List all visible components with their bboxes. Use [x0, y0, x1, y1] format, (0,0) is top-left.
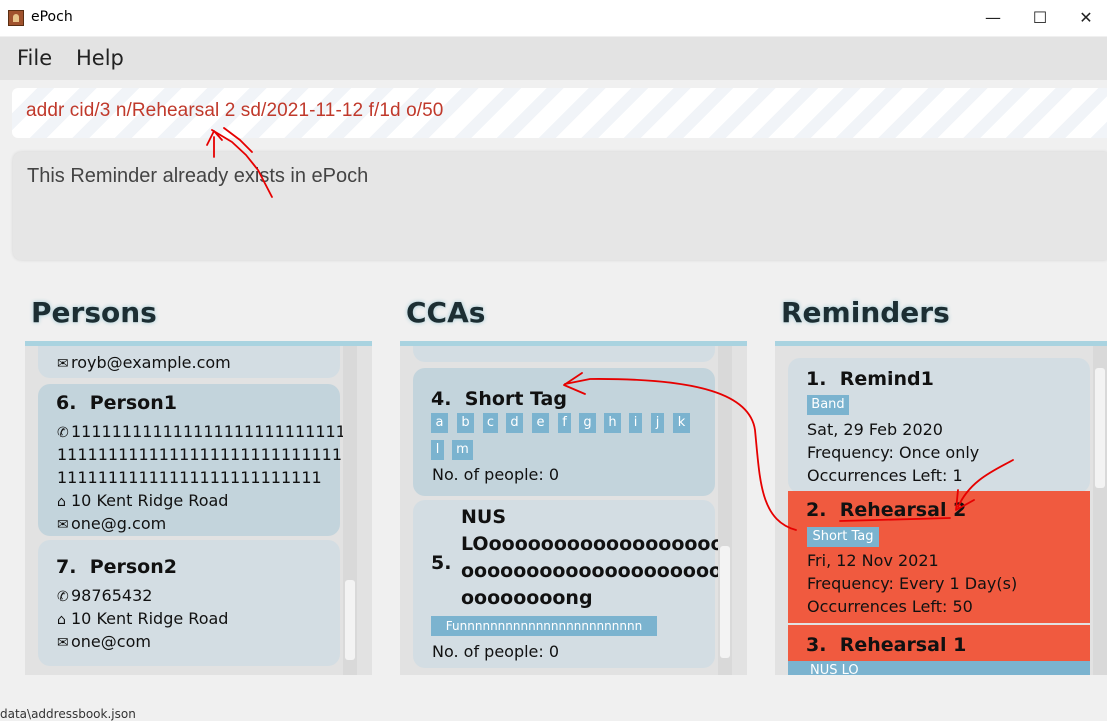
- menu-file[interactable]: File: [17, 46, 52, 70]
- cca-people-count: No. of people: 0: [432, 642, 560, 661]
- person-title: 6. Person1: [56, 392, 177, 414]
- person-address-row: ⌂ 10 Kent Ridge Road: [57, 491, 229, 510]
- cca-tag: a: [431, 413, 448, 433]
- ccas-heading: CCAs: [406, 296, 486, 329]
- menu-bar: File Help: [0, 37, 1107, 80]
- cca-people-count: No. of people: 0: [432, 465, 560, 484]
- persons-list[interactable]: ✉ royb@example.com 6. Person1 ✆ 1111111111…: [25, 341, 372, 675]
- person-phone-row: 11111111111111111111111111: [57, 468, 322, 487]
- status-bar: data\addressbook.json: [0, 707, 136, 721]
- persons-scroll-thumb[interactable]: [345, 580, 355, 660]
- cca-card[interactable]: 5. NUS LOoooooooooooooooooo oooooooooooo…: [413, 500, 724, 668]
- home-icon: ⌂: [57, 612, 66, 628]
- reminder-frequency: Frequency: Once only: [807, 443, 980, 462]
- reminders-scroll-thumb[interactable]: [1095, 368, 1105, 488]
- person-phone-row: ✆ 98765432: [57, 586, 153, 605]
- maximize-button[interactable]: ☐: [1017, 0, 1063, 36]
- person-card[interactable]: 6. Person1 ✆ 1111111111111111111111111111…: [38, 384, 356, 536]
- cca-tag: b: [457, 413, 474, 433]
- cca-tag: m: [452, 440, 473, 460]
- person-card-partial[interactable]: ✉ royb@example.com: [38, 346, 340, 378]
- email-icon: ✉: [57, 635, 69, 651]
- persons-scrollbar[interactable]: [343, 346, 357, 675]
- email-icon: ✉: [57, 356, 69, 372]
- cca-title: 4. Short Tag: [431, 388, 567, 410]
- cca-index: 5.: [431, 552, 452, 574]
- cca-name-line: oooooooong: [461, 587, 593, 609]
- person-email-row: ✉ royb@example.com: [57, 353, 231, 372]
- cca-tag: i: [629, 413, 642, 433]
- result-text: This Reminder already exists in ePoch: [27, 165, 369, 187]
- reminder-card[interactable]: 1. Remind1 Band Sat, 29 Feb 2020 Frequen…: [788, 358, 1090, 493]
- menu-help[interactable]: Help: [76, 46, 124, 70]
- reminder-card[interactable]: 3. Rehearsal 1 NUS LO: [788, 625, 1090, 675]
- reminder-title: 3. Rehearsal 1: [806, 634, 967, 656]
- cca-tag: d: [506, 413, 523, 433]
- reminders-list[interactable]: 1. Remind1 Band Sat, 29 Feb 2020 Frequen…: [775, 341, 1107, 675]
- reminder-card-selected[interactable]: 2. Rehearsal 2 Short Tag Fri, 12 Nov 202…: [788, 491, 1090, 623]
- reminder-tag: Short Tag: [807, 527, 879, 547]
- cca-tag: f: [558, 413, 571, 433]
- reminder-occurrences: Occurrences Left: 1: [807, 466, 963, 485]
- person-phone-row: ✆ 1111111111111111111111111111: [57, 422, 357, 441]
- ccas-scrollbar[interactable]: [718, 346, 732, 675]
- email-icon: ✉: [57, 517, 69, 533]
- cca-name-line: LOoooooooooooooooooo: [461, 533, 724, 555]
- phone-icon: ✆: [57, 425, 69, 441]
- reminder-title: 2. Rehearsal 2: [806, 499, 967, 521]
- reminders-heading: Reminders: [781, 296, 950, 329]
- app-icon: [8, 10, 24, 26]
- close-button[interactable]: ✕: [1063, 0, 1107, 36]
- cca-tag: g: [579, 413, 596, 433]
- result-display: This Reminder already exists in ePoch: [13, 152, 1107, 260]
- cca-tag: h: [604, 413, 621, 433]
- reminder-tag: Band: [807, 395, 849, 415]
- reminder-title: 1. Remind1: [806, 368, 934, 390]
- person-email-row: ✉ one@com: [57, 632, 151, 651]
- ccas-scroll-thumb[interactable]: [720, 546, 730, 658]
- reminder-date: Sat, 29 Feb 2020: [807, 420, 943, 439]
- cca-tag: e: [532, 413, 549, 433]
- cca-name-line: NUS: [461, 506, 507, 528]
- reminder-date: Fri, 12 Nov 2021: [807, 551, 939, 570]
- person-title: 7. Person2: [56, 556, 177, 578]
- cca-tag: j: [651, 413, 664, 433]
- cca-name-line: oooooooooooooooooooo: [461, 560, 723, 582]
- reminder-occurrences: Occurrences Left: 50: [807, 597, 973, 616]
- command-input[interactable]: addr cid/3 n/Rehearsal 2 sd/2021-11-12 f…: [12, 88, 1107, 138]
- cca-tag: k: [673, 413, 690, 433]
- title-bar: ePoch — ☐ ✕: [0, 0, 1107, 36]
- cca-tag: l: [431, 440, 444, 460]
- home-icon: ⌂: [57, 494, 66, 510]
- minimize-button[interactable]: —: [970, 0, 1016, 36]
- reminders-scrollbar[interactable]: [1093, 346, 1107, 675]
- cca-tag: Funnnnnnnnnnnnnnnnnnnnnnnn: [431, 616, 657, 636]
- cca-card-partial[interactable]: [413, 346, 715, 362]
- ccas-list[interactable]: 4. Short Tag a b c d e f g h i j k l m N…: [400, 341, 747, 675]
- person-address-row: ⌂ 10 Kent Ridge Road: [57, 609, 229, 628]
- reminder-tag: NUS LO: [788, 661, 1090, 675]
- cca-tag: c: [483, 413, 498, 433]
- reminder-frequency: Frequency: Every 1 Day(s): [807, 574, 1018, 593]
- persons-heading: Persons: [31, 296, 157, 329]
- phone-icon: ✆: [57, 589, 69, 605]
- window-title: ePoch: [31, 9, 73, 25]
- command-text: addr cid/3 n/Rehearsal 2 sd/2021-11-12 f…: [26, 100, 444, 121]
- person-phone-row: 1111111111111111111111111111: [57, 445, 343, 464]
- person-card[interactable]: 7. Person2 ✆ 98765432 ⌂ 10 Kent Ridge Road…: [38, 540, 340, 666]
- person-email-row: ✉ one@g.com: [57, 514, 167, 533]
- cca-card[interactable]: 4. Short Tag a b c d e f g h i j k l m N…: [413, 368, 715, 496]
